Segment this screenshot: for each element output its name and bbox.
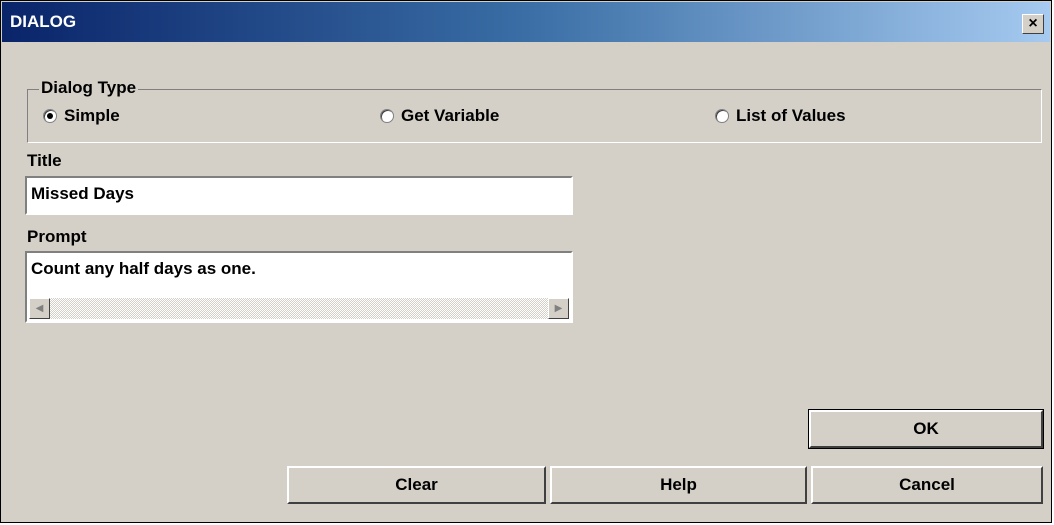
- dialog-window: DIALOG × Dialog Type Simple Get Variable…: [0, 0, 1052, 523]
- radio-unselected-icon: [715, 109, 729, 123]
- scroll-right-button[interactable]: ▶: [548, 298, 569, 319]
- help-button[interactable]: Help: [550, 466, 807, 504]
- ok-button[interactable]: OK: [808, 409, 1044, 449]
- dialog-type-legend: Dialog Type: [39, 78, 139, 98]
- radio-get-variable-label: Get Variable: [401, 106, 500, 125]
- radio-list-of-values[interactable]: List of Values: [715, 105, 846, 127]
- dialog-type-group: [27, 89, 1042, 143]
- prompt-textarea-value: Count any half days as one.: [31, 259, 256, 278]
- horizontal-scrollbar[interactable]: ◀ ▶: [29, 298, 569, 319]
- radio-unselected-icon: [380, 109, 394, 123]
- prompt-label: Prompt: [27, 227, 87, 246]
- clear-button[interactable]: Clear: [287, 466, 546, 504]
- close-icon: ×: [1028, 15, 1038, 32]
- title-input-value: Missed Days: [31, 184, 134, 203]
- arrow-right-icon: ▶: [554, 303, 563, 314]
- cancel-button[interactable]: Cancel: [811, 466, 1043, 504]
- title-label: Title: [27, 151, 62, 170]
- radio-simple-label: Simple: [64, 106, 120, 125]
- radio-simple[interactable]: Simple: [43, 105, 120, 127]
- title-bar[interactable]: DIALOG ×: [2, 2, 1050, 42]
- radio-list-of-values-label: List of Values: [736, 106, 846, 125]
- radio-selected-icon: [43, 109, 57, 123]
- prompt-textarea[interactable]: Count any half days as one. ◀ ▶: [25, 251, 573, 323]
- radio-get-variable[interactable]: Get Variable: [380, 105, 499, 127]
- arrow-left-icon: ◀: [35, 303, 44, 314]
- close-button[interactable]: ×: [1022, 14, 1044, 34]
- scroll-left-button[interactable]: ◀: [29, 298, 50, 319]
- window-title: DIALOG: [10, 12, 77, 31]
- title-input[interactable]: Missed Days: [25, 176, 573, 215]
